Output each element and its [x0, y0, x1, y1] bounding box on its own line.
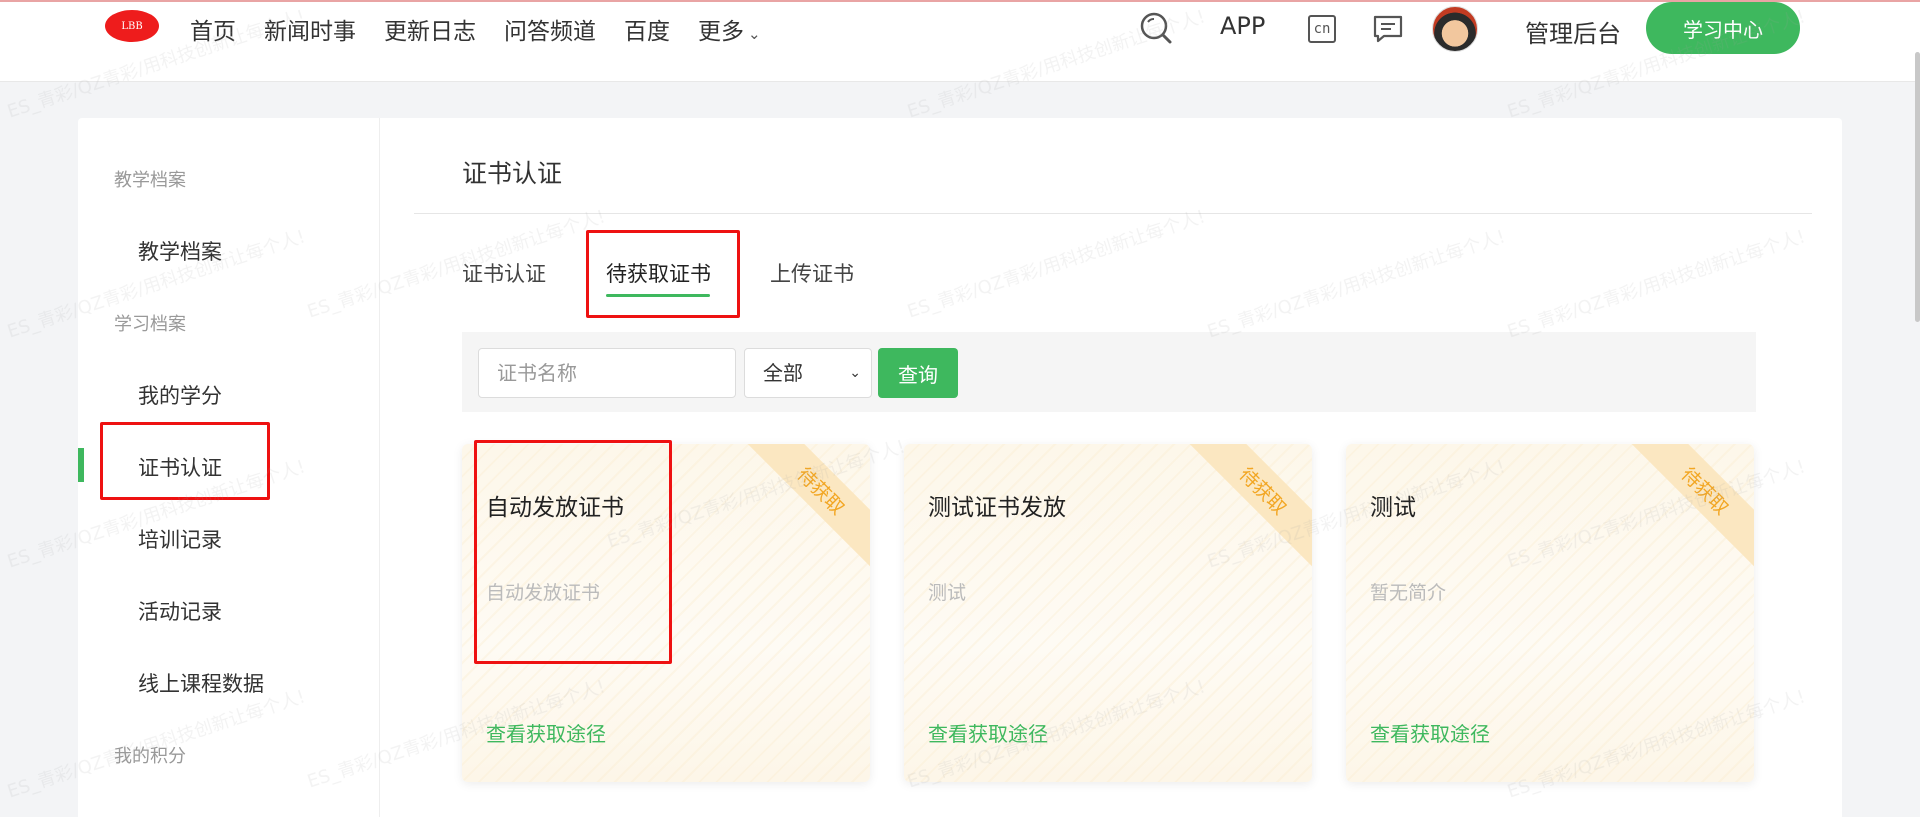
sidebar-item-teaching-archive[interactable]: 教学档案	[138, 236, 222, 266]
sidebar: 教学档案 教学档案 学习档案 我的学分 证书认证 培训记录 活动记录 线上课程数…	[78, 118, 380, 817]
card-description: 测试	[928, 582, 967, 604]
user-avatar[interactable]	[1432, 6, 1478, 52]
filter-bar: 证书名称 全部 ⌄ 查询	[462, 332, 1756, 412]
content-area: 证书认证 证书认证 待获取证书 上传证书 证书名称 全部 ⌄ 查询 待获取 自动发…	[380, 118, 1842, 817]
nav-home[interactable]: 首页	[190, 12, 236, 46]
search-icon[interactable]	[1138, 10, 1174, 46]
message-icon[interactable]	[1372, 14, 1404, 44]
admin-link[interactable]: 管理后台	[1525, 14, 1621, 49]
nav-qa[interactable]: 问答频道	[504, 12, 596, 46]
title-divider	[414, 213, 1812, 214]
view-acquisition-link[interactable]: 查看获取途径	[1370, 718, 1490, 747]
tab-upload-certificate[interactable]: 上传证书	[770, 258, 854, 288]
app-link[interactable]: APP	[1220, 12, 1265, 40]
view-acquisition-link[interactable]: 查看获取途径	[928, 718, 1048, 747]
sidebar-group-teaching: 教学档案	[114, 170, 186, 191]
sidebar-item-my-credits[interactable]: 我的学分	[138, 380, 222, 410]
nav-more-label: 更多	[698, 19, 744, 45]
pending-ribbon: 待获取	[1172, 444, 1312, 582]
tab-certificate-auth[interactable]: 证书认证	[462, 258, 546, 288]
certificate-card[interactable]: 待获取 测试 暂无简介 查看获取途径	[1346, 444, 1754, 782]
chevron-down-icon: ⌄	[849, 365, 861, 381]
sidebar-item-activity-records[interactable]: 活动记录	[138, 596, 222, 626]
nav-more[interactable]: 更多 ⌄	[698, 12, 761, 46]
learning-center-button[interactable]: 学习中心	[1646, 2, 1800, 54]
card-description: 暂无简介	[1370, 582, 1447, 604]
nav-changelog[interactable]: 更新日志	[384, 12, 476, 46]
top-header: LBB 首页 新闻时事 更新日志 问答频道 百度 更多 ⌄ APP cn 管理后台…	[0, 2, 1920, 82]
chevron-down-icon: ⌄	[748, 25, 761, 43]
main-panel: 教学档案 教学档案 学习档案 我的学分 证书认证 培训记录 活动记录 线上课程数…	[78, 118, 1842, 817]
main-nav: 首页 新闻时事 更新日志 问答频道 百度 更多 ⌄	[190, 12, 789, 46]
page-title: 证书认证	[462, 159, 563, 188]
card-title: 测试证书发放	[928, 495, 1066, 521]
highlight-box-tab	[586, 230, 740, 318]
page-scrollbar[interactable]	[1915, 52, 1920, 322]
status-select[interactable]: 全部 ⌄	[744, 348, 872, 398]
sidebar-group-learning: 学习档案	[114, 314, 186, 335]
nav-news[interactable]: 新闻时事	[264, 12, 356, 46]
sidebar-item-online-course-data[interactable]: 线上课程数据	[138, 668, 264, 698]
pending-ribbon: 待获取	[730, 444, 870, 582]
sidebar-active-indicator	[78, 448, 84, 482]
pending-ribbon: 待获取	[1614, 444, 1754, 582]
site-logo[interactable]: LBB	[105, 10, 159, 42]
certificate-name-input[interactable]: 证书名称	[478, 348, 736, 398]
sidebar-group-points: 我的积分	[114, 746, 186, 767]
status-select-value: 全部	[763, 361, 803, 385]
highlight-box-card	[474, 440, 672, 664]
sidebar-item-training-records[interactable]: 培训记录	[138, 524, 222, 554]
query-button[interactable]: 查询	[878, 348, 958, 398]
nav-baidu[interactable]: 百度	[624, 12, 670, 46]
highlight-box-sidebar	[100, 422, 270, 500]
card-title: 测试	[1370, 495, 1416, 521]
view-acquisition-link[interactable]: 查看获取途径	[486, 718, 606, 747]
certificate-card[interactable]: 待获取 测试证书发放 测试 查看获取途径	[904, 444, 1312, 782]
language-cn-icon[interactable]: cn	[1308, 15, 1336, 43]
